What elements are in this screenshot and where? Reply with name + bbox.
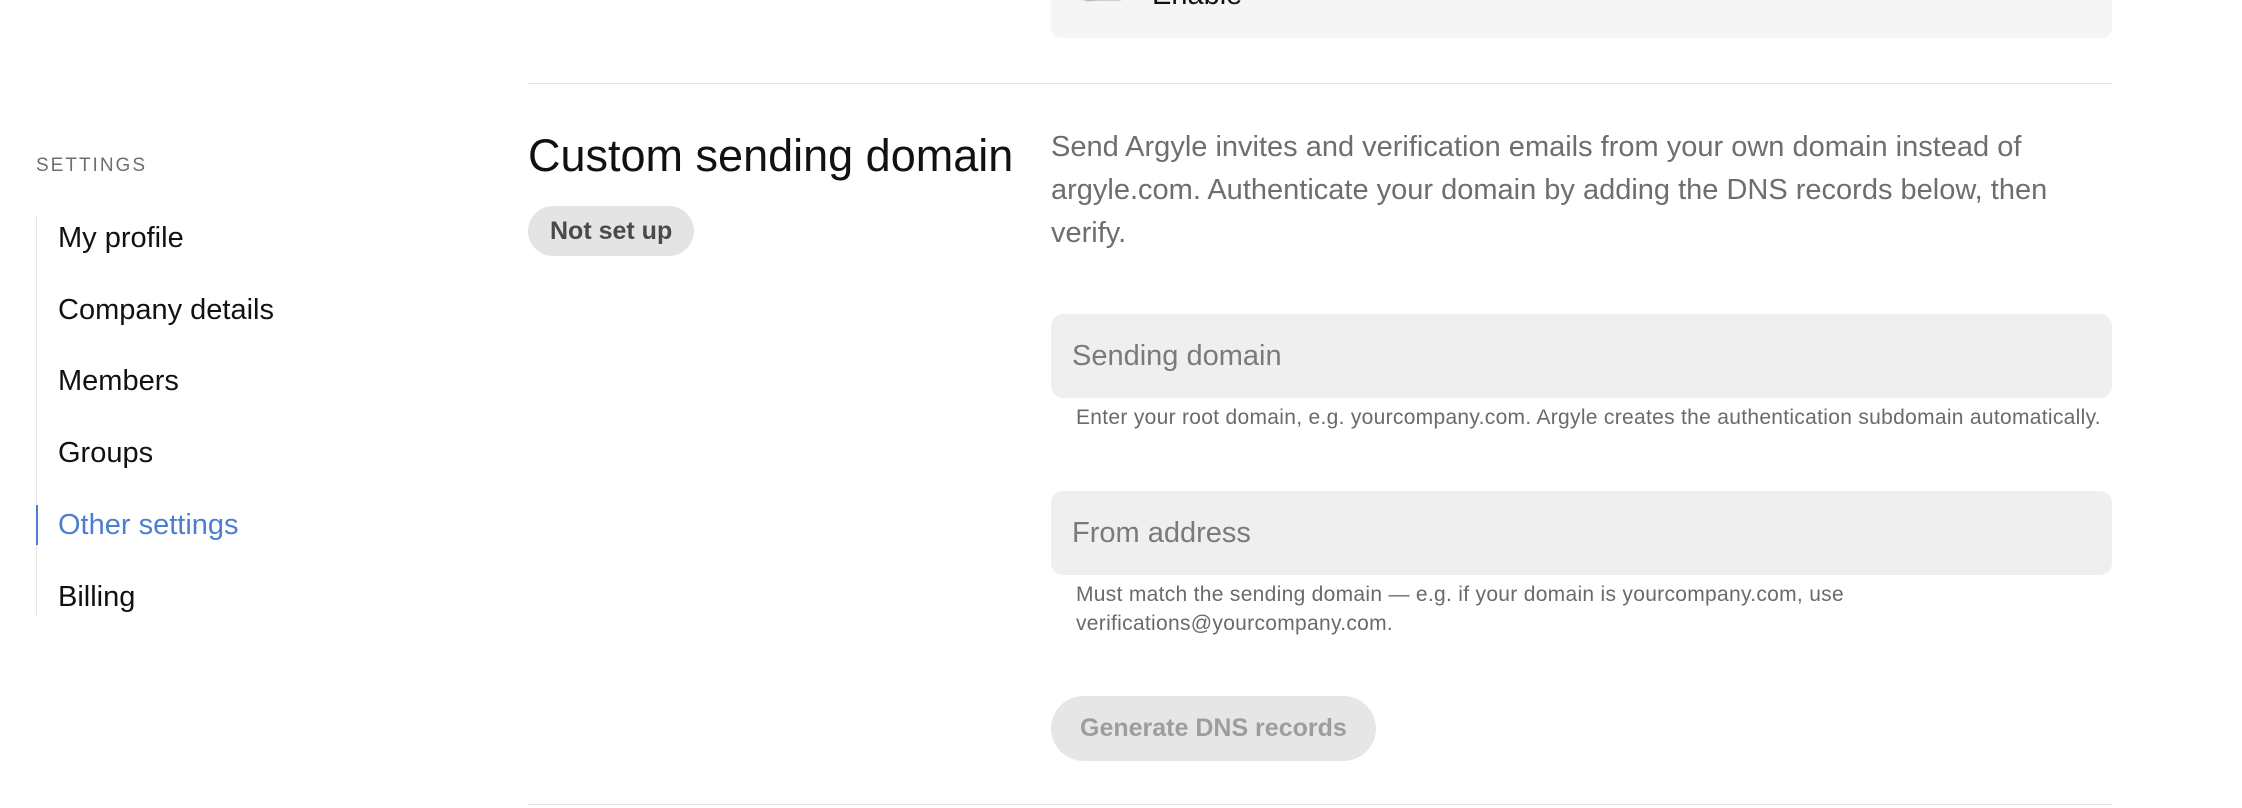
enable-toggle-card: Enable (1051, 0, 2112, 38)
section-title: Custom sending domain (528, 130, 1014, 181)
status-badge: Not set up (528, 206, 695, 256)
settings-page: SETTINGS My profile Company details Memb… (0, 0, 2242, 808)
sidebar-item-my-profile[interactable]: My profile (37, 216, 184, 260)
enable-toggle[interactable] (1075, 0, 1131, 1)
section-divider-bottom (528, 804, 2112, 805)
sidebar-item-company-details[interactable]: Company details (37, 288, 274, 332)
sidebar-item-billing[interactable]: Billing (37, 575, 135, 619)
from-address-input[interactable] (1051, 491, 2112, 575)
sidebar-heading: SETTINGS (36, 155, 148, 176)
sidebar-item-groups[interactable]: Groups (37, 431, 153, 475)
section-description: Send Argyle invites and verification ema… (1051, 131, 2048, 249)
sidebar-item-members[interactable]: Members (37, 359, 179, 403)
sending-domain-input[interactable] (1051, 314, 2112, 398)
from-address-helper: Must match the sending domain — e.g. if … (1076, 583, 1844, 635)
section-divider-top (528, 83, 2112, 84)
sidebar-nav: My profile Company details Members Group… (36, 216, 337, 616)
enable-toggle-label: Enable (1152, 0, 1242, 10)
sidebar-item-other-settings[interactable]: Other settings (36, 503, 239, 547)
sending-domain-helper: Enter your root domain, e.g. yourcompany… (1076, 406, 2101, 429)
generate-dns-records-button[interactable]: Generate DNS records (1051, 696, 1376, 761)
